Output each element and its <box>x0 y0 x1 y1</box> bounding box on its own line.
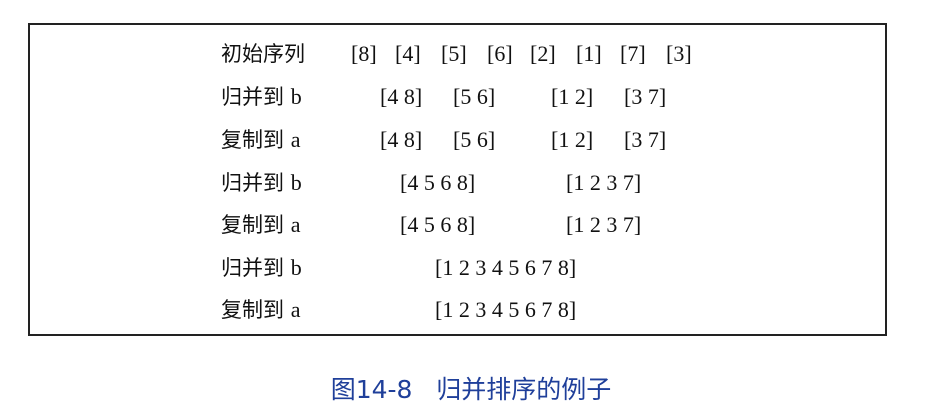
sequence-group: [4 5 6 8] <box>400 212 476 237</box>
figure-caption: 图14-8 归并排序的例子 <box>330 375 612 404</box>
sequence-group: [5] <box>441 41 467 66</box>
step-label: 复制到 a <box>221 293 300 327</box>
step-row-copy: 复制到 a [4 8] [5 6] [1 2] [3 7] <box>30 123 885 157</box>
sequence-group: [1 2 3 7] <box>566 212 642 237</box>
step-row-merge: 归并到 b [4 8] [5 6] [1 2] [3 7] <box>30 80 885 114</box>
sequence-group: [5 6] <box>453 127 496 152</box>
step-label: 复制到 a <box>221 123 300 157</box>
sequence-group: [1 2] <box>551 127 594 152</box>
sequence-group: [6] <box>487 41 513 66</box>
step-label-target: a <box>290 297 301 322</box>
sequence-group: [4] <box>395 41 421 66</box>
step-row-merge: 归并到 b [1 2 3 4 5 6 7 8] <box>30 251 885 285</box>
sequence-group: [2] <box>530 41 556 66</box>
step-label-target: a <box>290 127 301 152</box>
sequence-group: [4 5 6 8] <box>400 170 476 195</box>
step-label-text: 复制到 <box>221 128 284 152</box>
sequence-group: [1] <box>576 41 602 66</box>
merge-sort-diagram: 初始序列 [8] [4] [5] [6] [2] [1] [7] [3] 归并到… <box>28 23 887 336</box>
step-label-text: 复制到 <box>221 298 284 322</box>
step-label-target: b <box>290 84 302 109</box>
step-row-initial: 初始序列 [8] [4] [5] [6] [2] [1] [7] [3] <box>30 37 885 71</box>
sequence-group: [1 2] <box>551 84 594 109</box>
step-row-copy: 复制到 a [1 2 3 4 5 6 7 8] <box>30 293 885 327</box>
sequence-group: [1 2 3 4 5 6 7 8] <box>435 297 577 322</box>
step-label-target: b <box>290 255 302 280</box>
step-label: 归并到 b <box>221 251 302 285</box>
sequence-group: [3 7] <box>624 127 667 152</box>
step-row-copy: 复制到 a [4 5 6 8] [1 2 3 7] <box>30 208 885 242</box>
step-label-text: 归并到 <box>221 256 284 280</box>
sequence-group: [1 2 3 7] <box>566 170 642 195</box>
step-row-merge: 归并到 b [4 5 6 8] [1 2 3 7] <box>30 166 885 200</box>
step-label-target: a <box>290 212 301 237</box>
sequence-group: [3] <box>666 41 692 66</box>
step-label-text: 归并到 <box>221 171 284 195</box>
step-label: 归并到 b <box>221 80 302 114</box>
step-label-text: 复制到 <box>221 213 284 237</box>
sequence-group: [8] <box>351 41 377 66</box>
sequence-group: [3 7] <box>624 84 667 109</box>
sequence-group: [7] <box>620 41 646 66</box>
step-label-text: 归并到 <box>221 85 284 109</box>
step-label: 初始序列 <box>221 37 305 71</box>
step-label-text: 初始序列 <box>221 42 305 66</box>
step-label-target: b <box>290 170 302 195</box>
sequence-group: [4 8] <box>380 127 423 152</box>
sequence-group: [4 8] <box>380 84 423 109</box>
step-label: 归并到 b <box>221 166 302 200</box>
sequence-group: [1 2 3 4 5 6 7 8] <box>435 255 577 280</box>
sequence-group: [5 6] <box>453 84 496 109</box>
step-label: 复制到 a <box>221 208 300 242</box>
